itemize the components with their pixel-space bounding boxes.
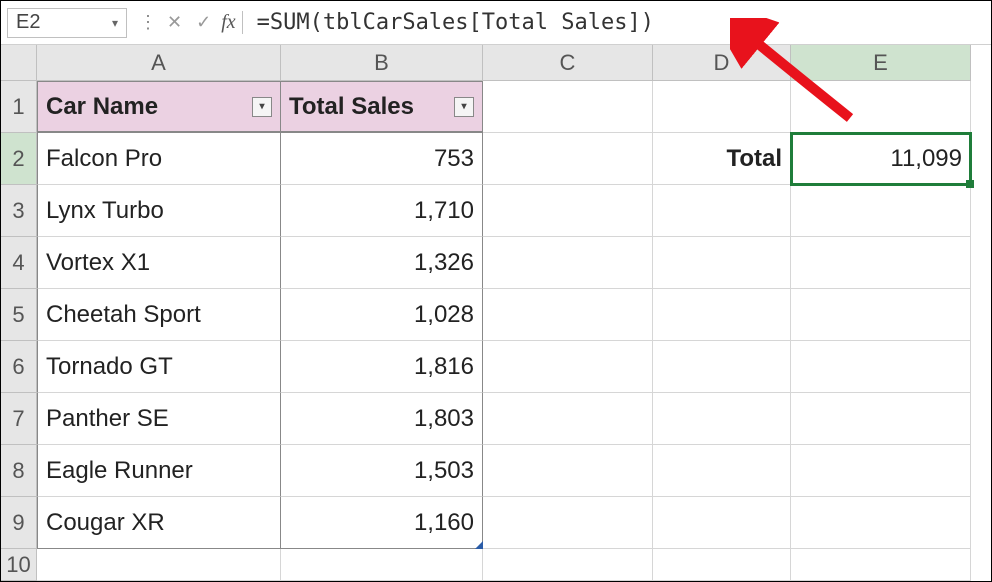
column-header-A[interactable]: A: [37, 45, 281, 81]
row-header-4[interactable]: 4: [1, 237, 37, 289]
cell-E1[interactable]: [791, 81, 971, 133]
divider-icon: ⋮: [139, 12, 157, 33]
cell-A5[interactable]: Cheetah Sport: [37, 289, 281, 341]
chevron-down-icon[interactable]: ▾: [112, 16, 118, 30]
cell-C5[interactable]: [483, 289, 653, 341]
cell-E2-total-value[interactable]: 11,099: [791, 133, 971, 185]
cell-B8[interactable]: 1,503: [281, 445, 483, 497]
formula-text: =SUM(tblCarSales[Total Sales]): [257, 10, 654, 35]
row-headers: 1 2 3 4 5 6 7 8 9 10: [1, 81, 37, 581]
cell-B6[interactable]: 1,816: [281, 341, 483, 393]
cell-C4[interactable]: [483, 237, 653, 289]
cell-E10[interactable]: [791, 549, 971, 581]
cell-B5[interactable]: 1,028: [281, 289, 483, 341]
formula-bar: E2 ▾ ⋮ ✕ ✓ fx =SUM(tblCarSales[Total Sal…: [1, 1, 991, 45]
cell-A2[interactable]: Falcon Pro: [37, 133, 281, 185]
cancel-formula-button[interactable]: ✕: [163, 12, 186, 33]
table-header-total-sales[interactable]: Total Sales ▾: [281, 81, 483, 133]
column-header-B[interactable]: B: [281, 45, 483, 81]
cell-A7[interactable]: Panther SE: [37, 393, 281, 445]
cell-A3[interactable]: Lynx Turbo: [37, 185, 281, 237]
cell-D8[interactable]: [653, 445, 791, 497]
cell-E3[interactable]: [791, 185, 971, 237]
cell-C1[interactable]: [483, 81, 653, 133]
row-header-7[interactable]: 7: [1, 393, 37, 445]
cell-A8[interactable]: Eagle Runner: [37, 445, 281, 497]
cell-B9-text: 1,160: [414, 509, 474, 537]
cell-E4[interactable]: [791, 237, 971, 289]
cell-C2[interactable]: [483, 133, 653, 185]
header-text-car-name: Car Name: [46, 93, 158, 121]
cell-B2[interactable]: 753: [281, 133, 483, 185]
name-box[interactable]: E2 ▾: [7, 8, 127, 38]
formula-bar-buttons: ⋮ ✕ ✓ fx: [127, 11, 251, 34]
table-header-car-name[interactable]: Car Name ▾: [37, 81, 281, 133]
row-header-5[interactable]: 5: [1, 289, 37, 341]
cell-D3[interactable]: [653, 185, 791, 237]
selection-fill-handle[interactable]: [966, 180, 974, 188]
cell-A10[interactable]: [37, 549, 281, 581]
fx-icon[interactable]: fx: [221, 11, 242, 34]
cell-A4[interactable]: Vortex X1: [37, 237, 281, 289]
cell-A9[interactable]: Cougar XR: [37, 497, 281, 549]
cell-D5[interactable]: [653, 289, 791, 341]
cell-D9[interactable]: [653, 497, 791, 549]
cell-D1[interactable]: [653, 81, 791, 133]
cell-B10[interactable]: [281, 549, 483, 581]
select-all-corner[interactable]: [1, 45, 37, 81]
spreadsheet-grid: A B C D E 1 2 3 4 5 6 7 8 9 10: [1, 45, 991, 581]
filter-button-total-sales[interactable]: ▾: [454, 97, 474, 117]
cell-E6[interactable]: [791, 341, 971, 393]
cell-B9[interactable]: 1,160: [281, 497, 483, 549]
row-header-1[interactable]: 1: [1, 81, 37, 133]
column-headers: A B C D E: [37, 45, 971, 81]
cell-A6[interactable]: Tornado GT: [37, 341, 281, 393]
cell-B4[interactable]: 1,326: [281, 237, 483, 289]
cell-D2-total-label[interactable]: Total: [653, 133, 791, 185]
row-header-2[interactable]: 2: [1, 133, 37, 185]
cell-D10[interactable]: [653, 549, 791, 581]
cell-E5[interactable]: [791, 289, 971, 341]
cell-D6[interactable]: [653, 341, 791, 393]
cell-E9[interactable]: [791, 497, 971, 549]
cell-C8[interactable]: [483, 445, 653, 497]
cell-E8[interactable]: [791, 445, 971, 497]
formula-input[interactable]: =SUM(tblCarSales[Total Sales]): [251, 8, 985, 38]
name-box-value: E2: [16, 11, 40, 34]
header-text-total-sales: Total Sales: [289, 93, 414, 121]
row-header-9[interactable]: 9: [1, 497, 37, 549]
column-header-D[interactable]: D: [653, 45, 791, 81]
cell-E7[interactable]: [791, 393, 971, 445]
total-value-text: 11,099: [890, 145, 962, 173]
filter-button-car-name[interactable]: ▾: [252, 97, 272, 117]
row-header-10[interactable]: 10: [1, 549, 37, 581]
row-header-3[interactable]: 3: [1, 185, 37, 237]
enter-formula-button[interactable]: ✓: [192, 12, 215, 33]
cell-C6[interactable]: [483, 341, 653, 393]
cell-C7[interactable]: [483, 393, 653, 445]
cell-B7[interactable]: 1,803: [281, 393, 483, 445]
column-header-E[interactable]: E: [791, 45, 971, 81]
cell-C3[interactable]: [483, 185, 653, 237]
cell-C10[interactable]: [483, 549, 653, 581]
row-header-8[interactable]: 8: [1, 445, 37, 497]
row-header-6[interactable]: 6: [1, 341, 37, 393]
table-resize-handle[interactable]: [475, 541, 483, 549]
cell-C9[interactable]: [483, 497, 653, 549]
cell-B3[interactable]: 1,710: [281, 185, 483, 237]
cells-area: Car Name ▾ Total Sales ▾ Falcon Pro 753: [37, 81, 971, 581]
cell-D4[interactable]: [653, 237, 791, 289]
cell-D7[interactable]: [653, 393, 791, 445]
column-header-C[interactable]: C: [483, 45, 653, 81]
